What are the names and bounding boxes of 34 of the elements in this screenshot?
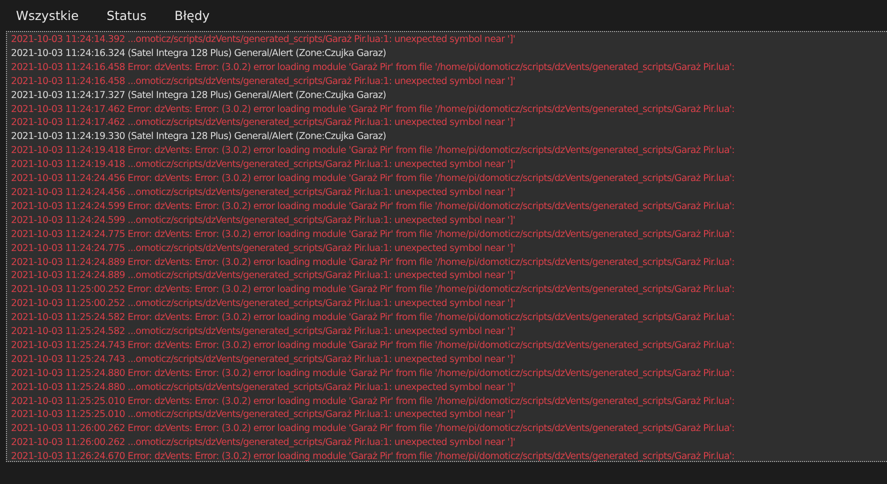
log-line: 2021-10-03 11:24:16.324 (Satel Integra 128 Plus) General/Alert (Zone:Czujka Garaz) <box>11 46 386 61</box>
log-line: 2021-10-03 11:25:00.252 Error: dzVents: Error: (3.0.2) error loading module 'Garaż Pir' from file '/home/pi/domoticz/scripts/dzVents/generated_scripts/Garaż Pir.lua': <box>11 283 735 298</box>
log-line: 2021-10-03 11:25:25.010 Error: dzVents: Error: (3.0.2) error loading module 'Garaż Pir' from file '/home/pi/domoticz/scripts/dzVents/generated_scripts/Garaż Pir.lua': <box>11 394 735 408</box>
log-line: 2021-10-03 11:24:24.775 ...omoticz/scripts/dzVents/generated_scripts/Garaż Pir.lua:1: unexpected symbol near ']' <box>11 242 516 256</box>
log-line: 2021-10-03 11:24:24.599 Error: dzVents: Error: (3.0.2) error loading module 'Garaż Pir' from file '/home/pi/domoticz/scripts/dzVents/generated_scripts/Garaż Pir.lua': <box>11 200 735 214</box>
tab[interactable]: Błędy <box>164 8 220 23</box>
log-line: 2021-10-03 11:25:24.880 ...omoticz/scripts/dzVents/generated_scripts/Garaż Pir.lua:1: unexpected symbol near ']' <box>11 380 516 395</box>
log-line: 2021-10-03 11:24:14.392 ...omoticz/scripts/dzVents/generated_scripts/Garaż Pir.lua:1: unexpected symbol near ']' <box>11 33 516 47</box>
log-line: 2021-10-03 11:24:19.330 (Satel Integra 128 Plus) General/Alert (Zone:Czujka Garaz) <box>11 130 386 144</box>
log-line: 2021-10-03 11:25:24.743 ...omoticz/scripts/dzVents/generated_scripts/Garaż Pir.lua:1: unexpected symbol near ']' <box>11 352 516 367</box>
log-line: 2021-10-03 11:24:24.599 ...omoticz/scripts/dzVents/generated_scripts/Garaż Pir.lua:1: unexpected symbol near ']' <box>11 214 516 228</box>
log-line: 2021-10-03 11:25:24.582 Error: dzVents: Error: (3.0.2) error loading module 'Garaż Pir' from file '/home/pi/domoticz/scripts/dzVents/generated_scripts/Garaż Pir.lua': <box>11 311 735 326</box>
log-line: 2021-10-03 11:24:24.889 Error: dzVents: Error: (3.0.2) error loading module 'Garaż Pir' from file '/home/pi/domoticz/scripts/dzVents/generated_scripts/Garaż Pir.lua': <box>11 256 735 270</box>
log-line: 2021-10-03 11:25:24.743 Error: dzVents: Error: (3.0.2) error loading module 'Garaż Pir' from file '/home/pi/domoticz/scripts/dzVents/generated_scripts/Garaż Pir.lua': <box>11 338 735 353</box>
log-line: 2021-10-03 11:26:00.262 Error: dzVents: Error: (3.0.2) error loading module 'Garaż Pir' from file '/home/pi/domoticz/scripts/dzVents/generated_scripts/Garaż Pir.lua': <box>11 422 735 436</box>
log-line: 2021-10-03 11:24:24.456 Error: dzVents: Error: (3.0.2) error loading module 'Garaż Pir' from file '/home/pi/domoticz/scripts/dzVents/generated_scripts/Garaż Pir.lua': <box>11 172 735 186</box>
log-line: 2021-10-03 11:25:25.010 ...omoticz/scripts/dzVents/generated_scripts/Garaż Pir.lua:1: unexpected symbol near ']' <box>11 408 516 422</box>
log-line: 2021-10-03 11:26:24.670 Error: dzVents: Error: (3.0.2) error loading module 'Garaż Pir' from file '/home/pi/domoticz/scripts/dzVents/generated_scripts/Garaż Pir.lua': <box>11 450 735 461</box>
log-line: 2021-10-03 11:24:24.775 Error: dzVents: Error: (3.0.2) error loading module 'Garaż Pir' from file '/home/pi/domoticz/scripts/dzVents/generated_scripts/Garaż Pir.lua': <box>11 228 735 242</box>
log-line: 2021-10-03 11:24:24.889 ...omoticz/scripts/dzVents/generated_scripts/Garaż Pir.lua:1: unexpected symbol near ']' <box>11 269 516 284</box>
log-line: 2021-10-03 11:24:16.458 ...omoticz/scripts/dzVents/generated_scripts/Garaż Pir.lua:1: unexpected symbol near ']' <box>11 74 516 89</box>
log-line: 2021-10-03 11:24:24.456 ...omoticz/scripts/dzVents/generated_scripts/Garaż Pir.lua:1: unexpected symbol near ']' <box>11 186 516 200</box>
log-line: 2021-10-03 11:26:00.262 ...omoticz/scripts/dzVents/generated_scripts/Garaż Pir.lua:1: unexpected symbol near ']' <box>11 436 516 450</box>
log-line: 2021-10-03 11:24:17.462 ...omoticz/scripts/dzVents/generated_scripts/Garaż Pir.lua:1: unexpected symbol near ']' <box>11 116 516 130</box>
log-line: 2021-10-03 11:24:17.462 Error: dzVents: Error: (3.0.2) error loading module 'Garaż Pir' from file '/home/pi/domoticz/scripts/dzVents/generated_scripts/Garaż Pir.lua': <box>11 102 735 116</box>
log-line: 2021-10-03 11:24:17.327 (Satel Integra 128 Plus) General/Alert (Zone:Czujka Garaz) <box>11 88 386 103</box>
log-line: 2021-10-03 11:25:24.880 Error: dzVents: Error: (3.0.2) error loading module 'Garaż Pir' from file '/home/pi/domoticz/scripts/dzVents/generated_scripts/Garaż Pir.lua': <box>11 366 735 381</box>
log-line: 2021-10-03 11:24:16.458 Error: dzVents: Error: (3.0.2) error loading module 'Garaż Pir' from file '/home/pi/domoticz/scripts/dzVents/generated_scripts/Garaż Pir.lua': <box>11 60 735 75</box>
tab[interactable]: Wszystkie <box>6 8 89 23</box>
log-line: 2021-10-03 11:25:24.582 ...omoticz/scripts/dzVents/generated_scripts/Garaż Pir.lua:1: unexpected symbol near ']' <box>11 325 516 339</box>
log-line: 2021-10-03 11:24:19.418 Error: dzVents: Error: (3.0.2) error loading module 'Garaż Pir' from file '/home/pi/domoticz/scripts/dzVents/generated_scripts/Garaż Pir.lua': <box>11 144 735 158</box>
tab[interactable]: Status <box>96 8 156 23</box>
log-line: 2021-10-03 11:24:19.418 ...omoticz/scripts/dzVents/generated_scripts/Garaż Pir.lua:1: unexpected symbol near ']' <box>11 158 516 172</box>
log-line: 2021-10-03 11:25:00.252 ...omoticz/scripts/dzVents/generated_scripts/Garaż Pir.lua:1: unexpected symbol near ']' <box>11 297 516 312</box>
